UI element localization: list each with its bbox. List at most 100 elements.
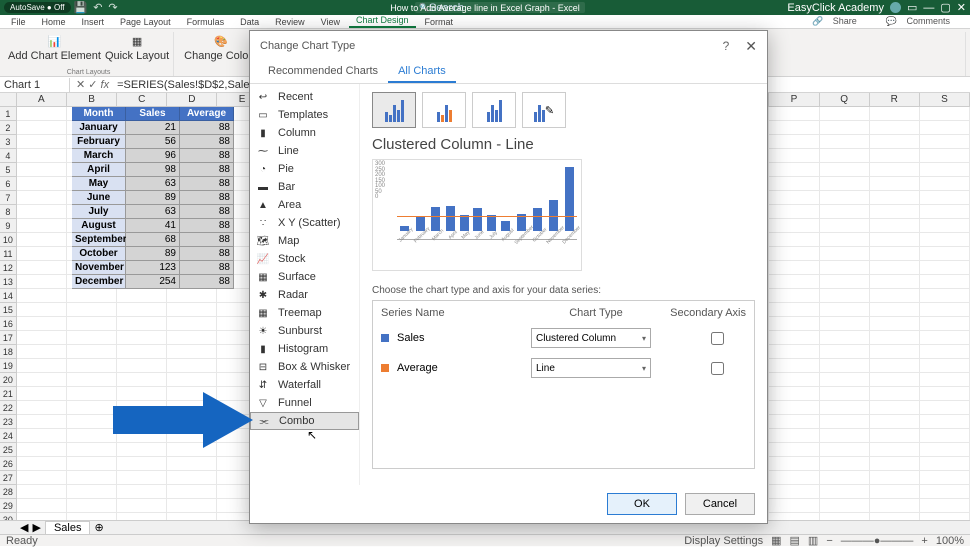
- cancel-button[interactable]: Cancel: [685, 493, 755, 515]
- row-header[interactable]: 10: [0, 233, 17, 247]
- cat-funnel[interactable]: ▽Funnel: [250, 394, 359, 412]
- row-header[interactable]: 18: [0, 345, 17, 359]
- table-row[interactable]: December25488: [72, 275, 234, 289]
- average-secondary-axis-checkbox[interactable]: [711, 362, 724, 375]
- row-header[interactable]: 15: [0, 303, 17, 317]
- row-header[interactable]: 20: [0, 373, 17, 387]
- view-normal-icon[interactable]: ▦: [771, 534, 781, 547]
- minimize-icon[interactable]: —: [923, 2, 934, 14]
- cat-pie[interactable]: ◔Pie: [250, 160, 359, 178]
- table-row[interactable]: August4188: [72, 219, 234, 233]
- table-row[interactable]: October8988: [72, 247, 234, 261]
- cat-area[interactable]: ▲Area: [250, 196, 359, 214]
- row-header[interactable]: 17: [0, 331, 17, 345]
- change-colors-button[interactable]: 🎨Change Colors: [184, 32, 257, 62]
- row-header[interactable]: 19: [0, 359, 17, 373]
- table-row[interactable]: February5688: [72, 135, 234, 149]
- autosave-toggle[interactable]: AutoSave ● Off: [4, 2, 71, 13]
- redo-icon[interactable]: ↷: [108, 1, 117, 14]
- sales-secondary-axis-checkbox[interactable]: [711, 332, 724, 345]
- row-header[interactable]: 3: [0, 135, 17, 149]
- tab-recommended-charts[interactable]: Recommended Charts: [258, 61, 388, 83]
- col-header-A[interactable]: A: [17, 93, 67, 106]
- row-header[interactable]: 24: [0, 429, 17, 443]
- tab-view[interactable]: View: [314, 16, 347, 28]
- table-row[interactable]: January2188: [72, 121, 234, 135]
- cat-map[interactable]: 🗺Map: [250, 232, 359, 250]
- cat-recent[interactable]: ↩Recent: [250, 88, 359, 106]
- row-header[interactable]: 25: [0, 443, 17, 457]
- row-header[interactable]: 8: [0, 205, 17, 219]
- add-sheet-icon[interactable]: ⊕: [94, 521, 103, 534]
- row-header[interactable]: 4: [0, 149, 17, 163]
- tab-home[interactable]: Home: [35, 16, 73, 28]
- cat-surface[interactable]: ▦Surface: [250, 268, 359, 286]
- col-header-R[interactable]: R: [870, 93, 920, 106]
- col-header-P[interactable]: P: [769, 93, 819, 106]
- name-box[interactable]: Chart 1: [0, 78, 70, 92]
- cat-radar[interactable]: ✱Radar: [250, 286, 359, 304]
- add-chart-element-button[interactable]: 📊Add Chart Element: [8, 32, 101, 62]
- row-header[interactable]: 29: [0, 499, 17, 513]
- row-header[interactable]: 9: [0, 219, 17, 233]
- cat-treemap[interactable]: ▦Treemap: [250, 304, 359, 322]
- table-row[interactable]: May6388: [72, 177, 234, 191]
- subtype-clustered-column-line[interactable]: [372, 92, 416, 128]
- table-row[interactable]: June8988: [72, 191, 234, 205]
- zoom-in-icon[interactable]: +: [921, 535, 927, 547]
- row-header[interactable]: 7: [0, 191, 17, 205]
- maximize-icon[interactable]: ▢: [940, 1, 950, 14]
- help-icon[interactable]: ?: [723, 39, 730, 53]
- row-header[interactable]: 16: [0, 317, 17, 331]
- tab-file[interactable]: File: [4, 16, 33, 28]
- cat-box-whisker[interactable]: ⊟Box & Whisker: [250, 358, 359, 376]
- close-dialog-icon[interactable]: ✕: [745, 38, 757, 55]
- chart-preview[interactable]: 300250200150100500 JanuaryFebruaryMarchA…: [372, 159, 582, 271]
- tab-all-charts[interactable]: All Charts: [388, 61, 456, 83]
- save-icon[interactable]: 💾: [74, 1, 88, 14]
- subtype-3[interactable]: [472, 92, 516, 128]
- table-row[interactable]: November12388: [72, 261, 234, 275]
- cat-sunburst[interactable]: ☀Sunburst: [250, 322, 359, 340]
- cat-bar[interactable]: ▬Bar: [250, 178, 359, 196]
- tab-insert[interactable]: Insert: [75, 16, 112, 28]
- tab-review[interactable]: Review: [268, 16, 312, 28]
- fx-icon[interactable]: ✕ ✓ fx: [70, 78, 115, 91]
- tab-page-layout[interactable]: Page Layout: [113, 16, 178, 28]
- table-row[interactable]: July6388: [72, 205, 234, 219]
- tab-chart-design[interactable]: Chart Design: [349, 14, 416, 28]
- cat-line[interactable]: ⁓Line: [250, 142, 359, 160]
- table-row[interactable]: March9688: [72, 149, 234, 163]
- row-header[interactable]: 2: [0, 121, 17, 135]
- sheet-tab-sales[interactable]: Sales: [45, 521, 91, 534]
- table-row[interactable]: September6888: [72, 233, 234, 247]
- row-header[interactable]: 23: [0, 415, 17, 429]
- col-header-B[interactable]: B: [67, 93, 117, 106]
- col-header-C[interactable]: C: [117, 93, 167, 106]
- col-header-Q[interactable]: Q: [820, 93, 870, 106]
- view-layout-icon[interactable]: ▤: [790, 534, 800, 547]
- view-break-icon[interactable]: ▥: [808, 534, 818, 547]
- table-row[interactable]: April9888: [72, 163, 234, 177]
- row-header[interactable]: 1: [0, 107, 17, 121]
- ok-button[interactable]: OK: [607, 493, 677, 515]
- row-header[interactable]: 21: [0, 387, 17, 401]
- select-all-corner[interactable]: [0, 93, 17, 106]
- avatar[interactable]: [890, 2, 901, 13]
- quick-layout-button[interactable]: ▦Quick Layout: [105, 32, 169, 62]
- row-header[interactable]: 6: [0, 177, 17, 191]
- row-header[interactable]: 13: [0, 275, 17, 289]
- sheet-nav-prev-icon[interactable]: ◀: [20, 521, 28, 534]
- zoom-out-icon[interactable]: −: [826, 535, 832, 547]
- row-header[interactable]: 26: [0, 457, 17, 471]
- cat-stock[interactable]: 📈Stock: [250, 250, 359, 268]
- sales-chart-type-select[interactable]: Clustered Column: [531, 328, 651, 348]
- cat-waterfall[interactable]: ⇵Waterfall: [250, 376, 359, 394]
- cat-combo[interactable]: ⫘Combo: [250, 412, 359, 430]
- row-header[interactable]: 14: [0, 289, 17, 303]
- subtype-custom[interactable]: ✎: [522, 92, 566, 128]
- col-header-D[interactable]: D: [167, 93, 217, 106]
- share-button[interactable]: 🔗 Share: [805, 15, 871, 28]
- tab-format[interactable]: Format: [418, 16, 461, 28]
- row-header[interactable]: 12: [0, 261, 17, 275]
